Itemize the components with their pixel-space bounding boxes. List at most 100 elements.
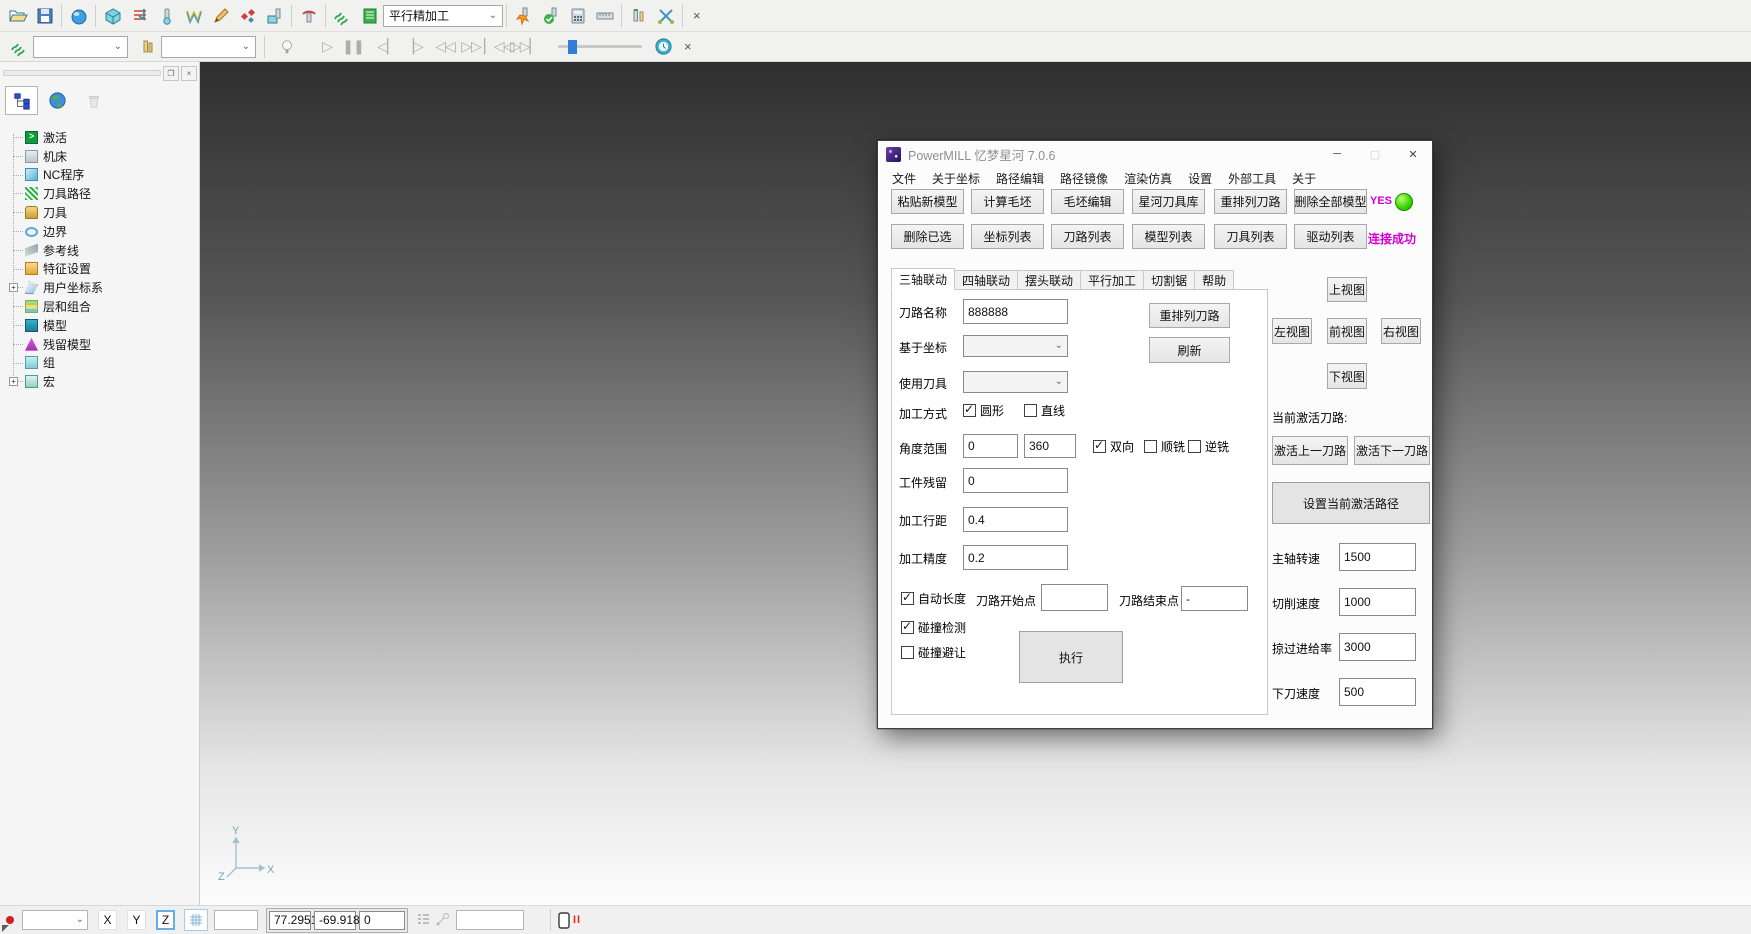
activate-next-button[interactable]: 激活下一刀路: [1354, 436, 1430, 465]
left-view-button[interactable]: 左视图: [1272, 318, 1312, 344]
toolpath-strategies-icon[interactable]: [126, 3, 153, 29]
checkbox-icon[interactable]: [1144, 440, 1157, 453]
activate-prev-button[interactable]: 激活上一刀路: [1272, 436, 1348, 465]
start-point-input[interactable]: [1041, 584, 1108, 611]
dialog-titlebar[interactable]: PowerMILL 忆梦星河 7.0.6 ─ ▢ ✕: [878, 141, 1432, 167]
end-point-input[interactable]: [1181, 586, 1248, 611]
menu-settings[interactable]: 设置: [1180, 170, 1220, 187]
create-boundary-icon[interactable]: [180, 3, 207, 29]
menu-path-edit[interactable]: 路径编辑: [988, 170, 1052, 187]
expand-plus-icon[interactable]: +: [9, 283, 18, 292]
step-forward-icon[interactable]: ▕▷: [400, 38, 426, 55]
rewind-icon[interactable]: ◁◁: [432, 38, 458, 55]
spindle-speed-input[interactable]: [1339, 543, 1416, 571]
go-to-start-icon[interactable]: ▏◁◁: [484, 38, 510, 55]
model-list-button[interactable]: 模型列表: [1132, 224, 1205, 249]
angle-to-input[interactable]: [1024, 434, 1076, 458]
tree-item-models[interactable]: 模型: [8, 316, 199, 335]
tree-item-machine[interactable]: 机床: [8, 147, 199, 166]
wire-cut-scissors-icon[interactable]: [652, 3, 679, 29]
front-view-button[interactable]: 前视图: [1327, 318, 1367, 344]
tab-head-swing[interactable]: 摆头联动: [1017, 270, 1081, 290]
tolerance-input[interactable]: [963, 545, 1068, 570]
toolpath-combo[interactable]: ⌄: [33, 36, 128, 58]
create-block-icon[interactable]: [99, 3, 126, 29]
open-project-icon[interactable]: [4, 3, 31, 29]
axis-x-button[interactable]: X: [98, 910, 117, 930]
speed-slider[interactable]: [558, 39, 642, 55]
tab-3axis[interactable]: 三轴联动: [891, 268, 955, 290]
workplane-editor-icon[interactable]: [261, 3, 288, 29]
close-button[interactable]: ✕: [1394, 141, 1432, 167]
skim-feed-input[interactable]: [1339, 633, 1416, 661]
tree-item-levels-sets[interactable]: 层和组合: [8, 297, 199, 316]
cutting-speed-input[interactable]: [1339, 588, 1416, 616]
tree-item-groups[interactable]: 组: [8, 354, 199, 373]
calc-stock-button[interactable]: 计算毛坯: [971, 189, 1044, 214]
create-pattern-icon[interactable]: [207, 3, 234, 29]
checkbox-icon[interactable]: [963, 404, 976, 417]
plunge-speed-input[interactable]: [1339, 678, 1416, 706]
viewmill-sphere-icon[interactable]: [65, 3, 92, 29]
delete-selected-button[interactable]: 删除已选: [891, 224, 964, 249]
tool-list-button[interactable]: 刀具列表: [1214, 224, 1287, 249]
rearrange-toolpaths-button[interactable]: 重排列刀路: [1214, 189, 1287, 214]
measure-ruler-icon[interactable]: [591, 3, 618, 29]
collision-detect-checkbox[interactable]: 碰撞检测: [901, 619, 966, 636]
checkbox-icon[interactable]: [1188, 440, 1201, 453]
menu-coords[interactable]: 关于坐标: [924, 170, 988, 187]
pause-icon[interactable]: ❚❚: [340, 38, 366, 55]
tree-item-nc-programs[interactable]: NC程序: [8, 166, 199, 185]
probe-icon[interactable]: [436, 912, 450, 929]
tree-item-patterns[interactable]: 参考线: [8, 241, 199, 260]
collision-check-icon[interactable]: [510, 3, 537, 29]
checkbox-icon[interactable]: [1024, 404, 1037, 417]
menu-render-sim[interactable]: 渲染仿真: [1116, 170, 1180, 187]
tab-help[interactable]: 帮助: [1194, 270, 1234, 290]
refresh-button[interactable]: 刷新: [1149, 337, 1230, 363]
circle-checkbox[interactable]: 圆形: [963, 402, 1004, 419]
angle-from-input[interactable]: [963, 434, 1018, 458]
tree-item-macros[interactable]: +宏: [8, 372, 199, 391]
toolpath-name-input[interactable]: [963, 299, 1068, 324]
tree-item-boundaries[interactable]: 边界: [8, 222, 199, 241]
view-combo[interactable]: ⌄: [22, 910, 88, 930]
strategy-list-icon[interactable]: [356, 3, 383, 29]
panel-float-button[interactable]: ❐: [163, 66, 179, 81]
use-tool-combo[interactable]: ⌄: [963, 371, 1068, 393]
active-toolpath-icon[interactable]: [329, 3, 356, 29]
base-coord-combo[interactable]: ⌄: [963, 335, 1068, 357]
tab-recycle-bin[interactable]: [77, 86, 110, 115]
menu-path-mirror[interactable]: 路径镜像: [1052, 170, 1116, 187]
checkbox-icon[interactable]: [1093, 440, 1106, 453]
line-checkbox[interactable]: 直线: [1024, 402, 1065, 419]
tree-item-feature-sets[interactable]: 特征设置: [8, 260, 199, 279]
tab-explorer[interactable]: [5, 86, 38, 115]
execute-button[interactable]: 执行: [1019, 631, 1123, 683]
menu-external-tools[interactable]: 外部工具: [1220, 170, 1284, 187]
tab-web[interactable]: [41, 86, 74, 115]
go-to-end-icon[interactable]: ▷▷▏: [510, 38, 536, 55]
calculator-icon[interactable]: [564, 3, 591, 29]
top-view-button[interactable]: 上视图: [1327, 277, 1367, 302]
panel-scrollbar[interactable]: [3, 70, 161, 76]
stock-allowance-input[interactable]: [963, 468, 1068, 493]
toolbar-close-button[interactable]: ×: [686, 8, 708, 23]
checkbox-icon[interactable]: [901, 646, 914, 659]
right-view-button[interactable]: 右视图: [1381, 318, 1421, 344]
tree-item-toolpaths[interactable]: 刀具路径: [8, 184, 199, 203]
tab-cut-saw[interactable]: 切割锯: [1143, 270, 1195, 290]
feature-set-icon[interactable]: [234, 3, 261, 29]
checkbox-icon[interactable]: [901, 592, 914, 605]
step-back-icon[interactable]: ◁▏: [374, 38, 400, 55]
paste-model-button[interactable]: 粘贴新模型: [891, 189, 964, 214]
clock-icon[interactable]: [650, 34, 677, 60]
maximize-button[interactable]: ▢: [1356, 141, 1394, 167]
grid-size-field[interactable]: [214, 910, 258, 930]
drive-list-button[interactable]: 驱动列表: [1294, 224, 1367, 249]
coord-list-button[interactable]: 坐标列表: [971, 224, 1044, 249]
checkbox-icon[interactable]: [901, 621, 914, 634]
fast-forward-icon[interactable]: ▷▷: [458, 38, 484, 55]
tab-4axis[interactable]: 四轴联动: [954, 270, 1018, 290]
toolbar-close-button[interactable]: ×: [677, 39, 699, 54]
